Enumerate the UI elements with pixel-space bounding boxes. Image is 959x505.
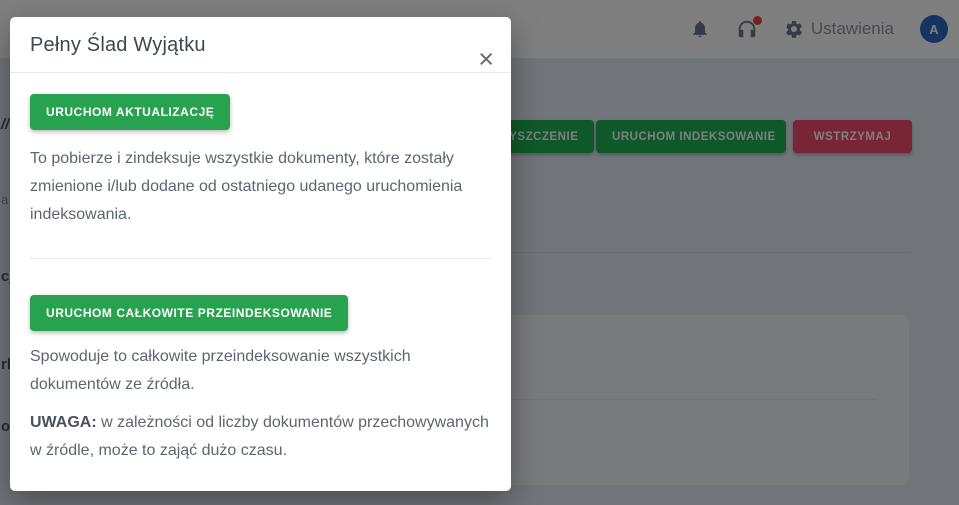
reindex-description: Spowoduje to całkowite przeindeksowanie … <box>30 343 491 399</box>
dialog-header: Pełny Ślad Wyjątku × <box>10 17 511 73</box>
update-description: To pobierze i zindeksuje wszystkie dokum… <box>30 145 491 229</box>
warning-text: w zależności od liczby dokumentów przech… <box>30 414 489 459</box>
dialog-title: Pełny Ślad Wyjątku <box>30 32 491 58</box>
close-icon: × <box>478 44 494 74</box>
run-full-reindex-button[interactable]: URUCHOM CAŁKOWITE PRZEINDEKSOWANIE <box>30 295 348 331</box>
close-button[interactable]: × <box>474 46 498 73</box>
reindex-warning: UWAGA: w zależności od liczby dokumentów… <box>30 409 491 465</box>
dialog-body: URUCHOM AKTUALIZACJĘ To pobierze i zinde… <box>10 73 511 465</box>
screen: Ustawienia A URUCHOM OCZYSZCZENIE URUCHO… <box>0 0 959 505</box>
dialog-section-divider <box>30 258 491 259</box>
exception-trace-dialog: Pełny Ślad Wyjątku × URUCHOM AKTUALIZACJ… <box>10 17 511 491</box>
warning-prefix: UWAGA: <box>30 414 97 431</box>
run-update-button[interactable]: URUCHOM AKTUALIZACJĘ <box>30 94 230 130</box>
